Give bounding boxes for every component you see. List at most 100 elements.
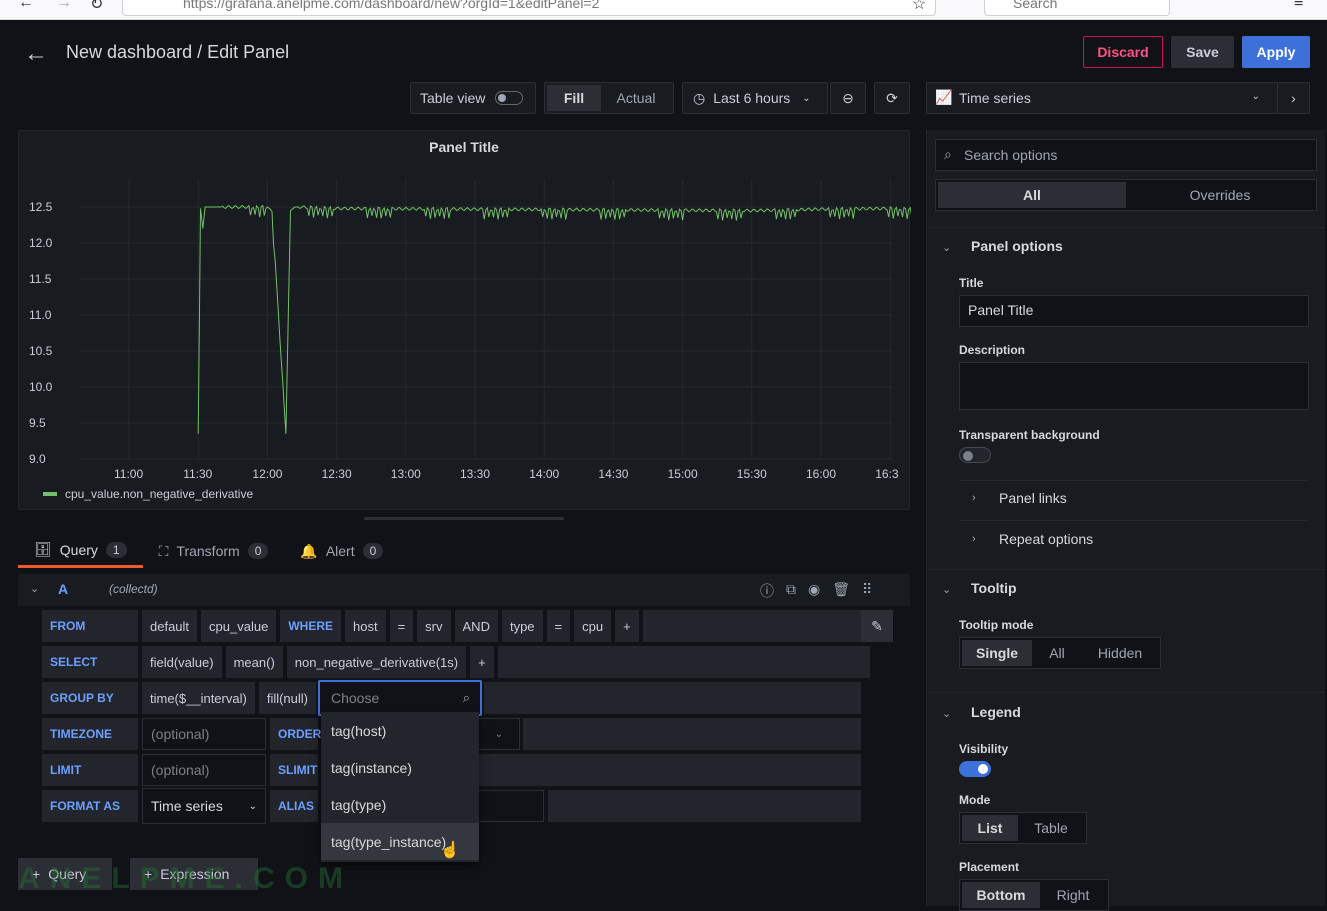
discard-button[interactable]: Discard (1083, 36, 1163, 68)
menu-option-tag-type[interactable]: tag(type) (321, 786, 479, 823)
from-part[interactable]: default (142, 610, 198, 642)
tab-alert[interactable]: 🔔 Alert 0 (284, 534, 399, 568)
from-part[interactable]: cpu (574, 610, 612, 642)
options-filter-tabs: All Overrides (935, 179, 1317, 211)
description-textarea[interactable] (959, 362, 1309, 410)
query-tabs: 🗄 Query 1 ⛶ Transform 0 🔔 Alert 0 (18, 534, 399, 568)
legend-placement-right[interactable]: Right (1040, 882, 1106, 908)
help-icon[interactable]: ⓘ (760, 581, 774, 601)
tooltip-mode-hidden[interactable]: Hidden (1082, 640, 1158, 666)
visualization-picker[interactable]: 📈 Time series ⌄ (926, 82, 1285, 114)
apply-button[interactable]: Apply (1242, 36, 1310, 68)
y-axis-tick-label: 10.0 (29, 380, 53, 394)
options-search-input[interactable]: ⌕ Search options (935, 139, 1317, 171)
menu-option-tag-instance[interactable]: tag(instance) (321, 749, 479, 786)
collapse-chevron-icon[interactable]: ⌄ (30, 582, 39, 595)
panel-title-input[interactable]: Panel Title (959, 295, 1309, 327)
legend-placement-bottom[interactable]: Bottom (962, 882, 1040, 908)
browser-back-icon[interactable]: ← (18, 0, 34, 12)
toggle-switch-icon[interactable] (495, 91, 524, 105)
tab-all-options[interactable]: All (938, 182, 1126, 208)
raw-query-edit-button[interactable]: ✎ (861, 610, 893, 642)
query-ref-id[interactable]: A (58, 581, 68, 597)
transparent-background-switch[interactable] (959, 447, 991, 463)
refresh-button[interactable]: ⟳ (874, 82, 910, 114)
tooltip-mode-all[interactable]: All (1032, 640, 1082, 666)
zoom-out-button[interactable]: ⊖ (830, 82, 866, 114)
y-axis-tick-label: 12.0 (29, 236, 53, 250)
chevron-down-icon[interactable]: ⌄ (942, 707, 951, 720)
chevron-down-icon[interactable]: ⌄ (942, 583, 951, 596)
panel-options-title[interactable]: Panel options (971, 238, 1063, 254)
chevron-right-icon[interactable]: › (972, 533, 976, 545)
tooltip-mode-single[interactable]: Single (962, 640, 1032, 666)
duplicate-icon[interactable]: ⧉ (786, 581, 796, 601)
panel-links-section[interactable]: Panel links (999, 490, 1067, 506)
trash-icon[interactable]: 🗑 (832, 581, 850, 601)
groupby-part[interactable]: fill(null) (258, 682, 316, 714)
divider (927, 227, 1325, 228)
legend-visibility-switch[interactable] (959, 761, 991, 777)
tab-transform[interactable]: ⛶ Transform 0 (143, 534, 285, 568)
fill-option[interactable]: Fill (547, 85, 601, 111)
browser-search-input[interactable]: Search (984, 0, 1170, 16)
browser-reload-icon[interactable]: ↻ (90, 0, 103, 14)
collapse-options-button[interactable]: › (1277, 82, 1310, 114)
from-part[interactable]: cpu_value (201, 610, 277, 642)
select-part[interactable]: mean() (225, 646, 283, 678)
repeat-options-section[interactable]: Repeat options (999, 531, 1093, 547)
from-part[interactable]: = (389, 610, 414, 642)
select-part[interactable]: non_negative_derivative(1s) (286, 646, 467, 678)
divider (927, 692, 1325, 693)
y-axis-tick-label: 9.5 (29, 416, 46, 430)
chart-legend[interactable]: cpu_value.non_negative_derivative (43, 487, 253, 501)
tab-overrides[interactable]: Overrides (1126, 182, 1314, 208)
url-bar[interactable]: https://grafana.anelpme.com/dashboard/ne… (122, 0, 936, 16)
x-axis-tick-label: 12:00 (252, 467, 283, 481)
pane-splitter-handle[interactable] (364, 517, 564, 520)
add-select-button[interactable]: + (470, 646, 494, 678)
legend-mode-list[interactable]: List (962, 815, 1018, 841)
format-select[interactable]: Time series ⌄ (142, 788, 266, 824)
transparent-label: Transparent background (959, 428, 1100, 442)
actual-option[interactable]: Actual (601, 85, 671, 111)
drag-handle-icon[interactable]: ⠿ (862, 581, 872, 601)
bookmark-star-icon[interactable]: ☆ (912, 0, 926, 14)
fill-actual-radio: Fill Actual (544, 82, 674, 114)
timezone-input[interactable]: (optional) (142, 718, 266, 750)
legend-section-title[interactable]: Legend (971, 704, 1021, 720)
tooltip-mode-radio: Single All Hidden (959, 637, 1161, 669)
tab-query[interactable]: 🗄 Query 1 (18, 534, 143, 568)
search-icon: ⌕ (944, 146, 952, 162)
placement-label: Placement (959, 860, 1020, 874)
add-condition-button[interactable]: + (615, 610, 639, 642)
from-part[interactable]: srv (417, 610, 451, 642)
eye-icon[interactable]: ◉ (808, 581, 820, 601)
pencil-icon: ✎ (871, 617, 883, 634)
refresh-icon: ⟳ (886, 89, 898, 106)
time-range-picker[interactable]: ◷ Last 6 hours ⌄ (682, 82, 828, 114)
legend-mode-table[interactable]: Table (1018, 815, 1084, 841)
from-part[interactable]: host (345, 610, 386, 642)
browser-forward-icon[interactable]: → (56, 0, 72, 12)
menu-option-tag-host[interactable]: tag(host) (321, 712, 479, 749)
arrow-left-icon[interactable]: ← (24, 40, 48, 68)
order-select[interactable]: ⌄ (478, 718, 520, 750)
x-axis-tick-label: 15:30 (736, 467, 767, 481)
groupby-choose-input[interactable]: Choose ⌕ (318, 680, 482, 716)
save-button[interactable]: Save (1171, 36, 1234, 68)
x-axis-tick-label: 16:00 (806, 467, 837, 481)
alias-input[interactable] (478, 790, 544, 822)
from-part[interactable]: = (546, 610, 571, 642)
tooltip-section-title[interactable]: Tooltip (971, 580, 1017, 596)
chevron-right-icon[interactable]: › (972, 492, 976, 504)
select-part[interactable]: field(value) (142, 646, 222, 678)
from-part[interactable]: type (501, 610, 543, 642)
limit-input[interactable]: (optional) (142, 754, 266, 786)
table-view-toggle[interactable]: Table view (410, 82, 536, 114)
groupby-part[interactable]: time($__interval) (142, 682, 255, 714)
chevron-down-icon: ⌄ (1251, 91, 1260, 102)
chevron-down-icon[interactable]: ⌄ (942, 241, 951, 254)
browser-menu-icon[interactable]: ≡ (1294, 0, 1303, 12)
from-part[interactable]: AND (454, 610, 498, 642)
